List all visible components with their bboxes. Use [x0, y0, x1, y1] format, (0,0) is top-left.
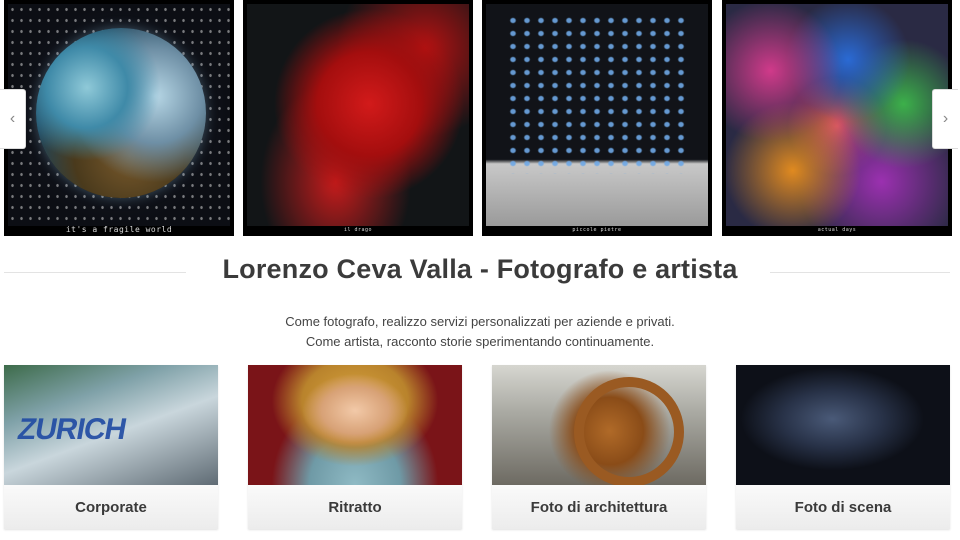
- slide-caption: il drago: [343, 227, 373, 233]
- category-label[interactable]: Foto di architettura: [492, 485, 706, 529]
- category-photo: [492, 365, 706, 485]
- category-card-architettura[interactable]: Foto di architettura: [492, 365, 706, 529]
- chevron-left-icon: ‹: [9, 110, 16, 127]
- carousel-slide[interactable]: actual days: [722, 0, 952, 236]
- category-photo: [248, 365, 462, 485]
- sculpture-ring-decoration: [574, 377, 684, 485]
- intro-line-1: Come fotografo, realizzo servizi persona…: [285, 314, 675, 329]
- category-label[interactable]: Corporate: [4, 485, 218, 529]
- slide-caption: actual days: [817, 227, 857, 233]
- category-label[interactable]: Foto di scena: [736, 485, 950, 529]
- carousel-slide[interactable]: il drago: [243, 0, 473, 236]
- artwork-carousel: it's a fragile world il drago piccole pi…: [0, 0, 960, 238]
- slide-image: [247, 4, 469, 226]
- category-card-ritratto[interactable]: Ritratto: [248, 365, 462, 529]
- intro-line-2: Come artista, racconto storie sperimenta…: [305, 334, 655, 349]
- category-photo: [736, 365, 950, 485]
- carousel-prev-button[interactable]: ‹: [0, 89, 26, 149]
- page-title: Lorenzo Ceva Valla - Fotografo e artista: [222, 254, 738, 284]
- intro-text: Come fotografo, realizzo servizi persona…: [0, 312, 960, 352]
- category-label[interactable]: Ritratto: [248, 485, 462, 529]
- slide-image: [8, 4, 230, 226]
- slide-caption: piccole pietre: [572, 227, 622, 233]
- carousel-slide[interactable]: piccole pietre: [482, 0, 712, 236]
- page-heading-row: Lorenzo Ceva Valla - Fotografo e artista: [0, 252, 960, 296]
- carousel-slide[interactable]: it's a fragile world: [4, 0, 234, 236]
- planet-artwork: [36, 28, 206, 198]
- chevron-right-icon: ›: [942, 110, 949, 127]
- slide-image: [726, 4, 948, 226]
- category-card-scena[interactable]: Foto di scena: [736, 365, 950, 529]
- heading-divider-right: [770, 272, 950, 273]
- photo-signage-text: ZURICH: [15, 413, 129, 446]
- category-photo: ZURICH: [4, 365, 218, 485]
- ice-crystals-decoration: [506, 14, 686, 174]
- slide-image: [486, 4, 708, 226]
- category-card-corporate[interactable]: ZURICH Corporate: [4, 365, 218, 529]
- carousel-next-button[interactable]: ›: [932, 89, 958, 149]
- slide-caption: it's a fragile world: [65, 225, 173, 234]
